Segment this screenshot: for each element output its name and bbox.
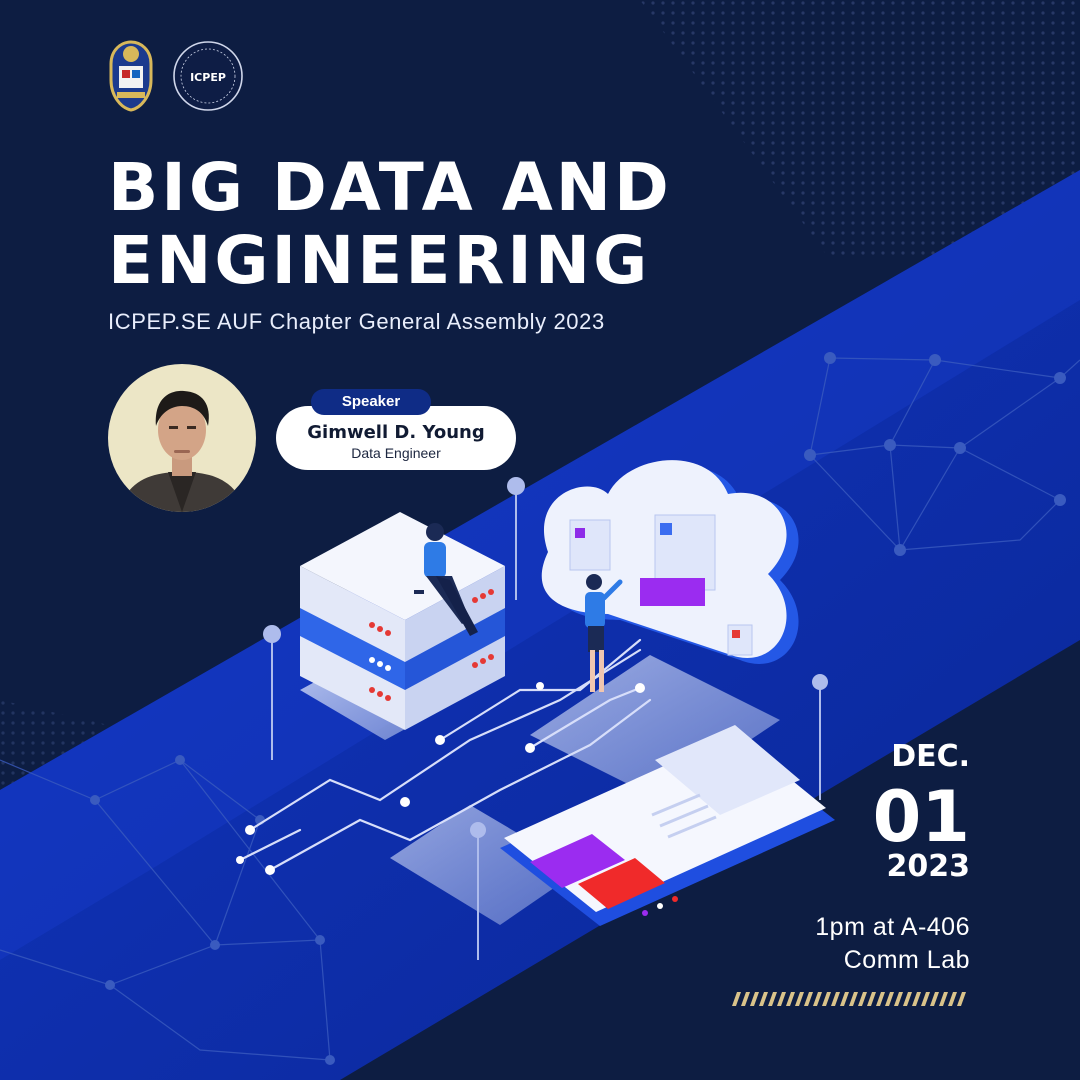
stripe-mark	[912, 992, 921, 1006]
stripe-mark	[957, 992, 966, 1006]
stripe-mark	[750, 992, 759, 1006]
stripe-mark	[822, 992, 831, 1006]
stripe-mark	[741, 992, 750, 1006]
speaker-photo	[108, 364, 256, 512]
stripe-mark	[876, 992, 885, 1006]
speaker-name: Gimwell D. Young	[307, 422, 485, 443]
stripe-mark	[921, 992, 930, 1006]
stripe-mark	[903, 992, 912, 1006]
subtitle: ICPEP.SE AUF Chapter General Assembly 20…	[108, 309, 605, 334]
decorative-stripes	[732, 992, 966, 1006]
stripe-mark	[858, 992, 867, 1006]
stripe-mark	[849, 992, 858, 1006]
stripe-mark	[831, 992, 840, 1006]
stripe-mark	[840, 992, 849, 1006]
stripe-mark	[939, 992, 948, 1006]
university-seal-icon	[109, 40, 153, 112]
stripe-mark	[732, 992, 741, 1006]
title-line-2: ENGINEERING	[108, 222, 651, 299]
event-month: DEC.	[891, 739, 970, 774]
stripe-mark	[786, 992, 795, 1006]
icpep-logo-icon: ICPEP	[173, 41, 243, 111]
stripe-mark	[930, 992, 939, 1006]
stripe-mark	[885, 992, 894, 1006]
stripe-mark	[894, 992, 903, 1006]
event-venue: Comm Lab	[843, 946, 970, 974]
stripe-mark	[759, 992, 768, 1006]
speaker-tag: Speaker	[311, 389, 431, 415]
stripe-mark	[813, 992, 822, 1006]
event-time-place: 1pm at A-406	[815, 913, 970, 941]
icpep-logo-text: ICPEP	[190, 71, 226, 84]
speaker-role: Data Engineer	[351, 445, 441, 461]
stripe-mark	[795, 992, 804, 1006]
stripe-mark	[948, 992, 957, 1006]
stripe-mark	[867, 992, 876, 1006]
stripe-mark	[777, 992, 786, 1006]
event-day: 01	[872, 776, 970, 858]
event-year: 2023	[886, 849, 971, 884]
stripe-mark	[768, 992, 777, 1006]
event-poster: ICPEP BIG DATA AND ENGINEERING ICPEP.SE …	[0, 0, 1080, 1080]
title-line-1: BIG DATA AND	[108, 149, 672, 226]
speaker-card: Gimwell D. Young Data Engineer	[276, 406, 516, 470]
stripe-mark	[804, 992, 813, 1006]
